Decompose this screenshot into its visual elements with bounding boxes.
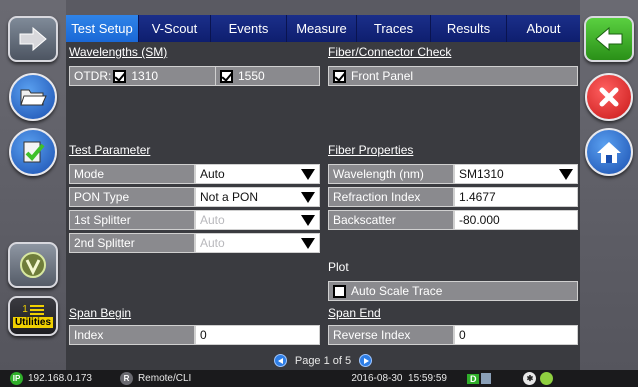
tab-label: Test Setup (71, 21, 133, 36)
w1550-label: 1550 (238, 69, 265, 83)
w1310-checkbox[interactable] (113, 69, 127, 83)
splitter2-dropdown[interactable]: Auto (195, 233, 320, 253)
test-setup-panel: Wavelengths (SM) OTDR: 1310 1550 Fiber/C… (66, 42, 580, 351)
ip-badge-icon: IP (10, 372, 23, 385)
pon-type-label: PON Type (69, 187, 195, 207)
page-indicator: Page 1 of 5 (294, 354, 352, 367)
wavelengths-title: Wavelengths (SM) (69, 45, 168, 59)
front-panel-checkbox[interactable] (333, 69, 346, 83)
backscatter-label: Backscatter (328, 210, 454, 230)
next-page-icon[interactable] (359, 354, 373, 367)
mode-label: Mode (69, 164, 195, 184)
forward-button[interactable] (8, 16, 58, 62)
tab-test-setup[interactable]: Test Setup (66, 15, 139, 42)
open-file-button[interactable] (9, 73, 57, 121)
wavelength-label: Wavelength (nm) (328, 164, 454, 184)
chevron-down-icon (559, 169, 573, 180)
utilities-button[interactable]: 1 Utilities (8, 296, 58, 336)
home-button[interactable] (585, 128, 633, 176)
save-button[interactable] (9, 128, 57, 176)
refraction-label: Refraction Index (328, 187, 454, 207)
auto-scale-checkbox[interactable] (333, 284, 346, 298)
left-panel: 1 Utilities (0, 0, 66, 370)
auto-scale-row[interactable]: Auto Scale Trace (328, 281, 578, 301)
status-bar: IP 192.168.0.173 R Remote/CLI 2016-08-30… (0, 370, 638, 387)
close-icon (599, 87, 619, 107)
datetime: 2016-08-30 15:59:59 (351, 373, 447, 384)
arrow-right-icon (19, 26, 47, 52)
tab-label: Measure (296, 21, 347, 36)
d-badge-icon: D (466, 373, 480, 384)
reverse-index-input[interactable]: 0 (454, 325, 578, 345)
battery-icon (481, 373, 492, 384)
wavelength-dropdown[interactable]: SM1310 (454, 164, 578, 184)
refraction-input[interactable]: 1.4677 (454, 187, 578, 207)
vscout-logo-icon (20, 252, 46, 278)
arrow-left-icon (595, 26, 623, 52)
backscatter-input[interactable]: -80.000 (454, 210, 578, 230)
tab-label: V-Scout (151, 21, 198, 36)
tab-measure[interactable]: Measure (287, 15, 357, 42)
remote-badge-icon: R (119, 372, 133, 385)
chevron-down-icon (301, 169, 315, 180)
tab-about[interactable]: About (507, 15, 580, 42)
back-button[interactable] (584, 16, 634, 62)
splitter2-value: Auto (200, 236, 225, 250)
pager: Page 1 of 5 (66, 351, 580, 370)
wavelength-value: SM1310 (459, 167, 504, 181)
chevron-down-icon (301, 192, 315, 203)
right-panel (580, 0, 638, 370)
tab-label: Traces (373, 21, 414, 36)
list-icon (29, 304, 44, 315)
front-panel-label: Front Panel (351, 69, 414, 83)
prev-page-icon[interactable] (273, 354, 287, 367)
tab-results[interactable]: Results (431, 15, 507, 42)
app-root: 1 Utilities Test Setup V-Scout Events Me… (0, 0, 638, 387)
close-button[interactable] (585, 73, 633, 121)
folder-icon (20, 89, 47, 106)
index-label: Index (69, 325, 195, 345)
splitter1-value: Auto (200, 213, 225, 227)
splitter1-dropdown[interactable]: Auto (195, 210, 320, 230)
w1310-label: 1310 (131, 69, 159, 83)
tab-events[interactable]: Events (211, 15, 287, 42)
chevron-down-icon (301, 238, 315, 249)
save-file-icon (23, 141, 45, 163)
remote-status: Remote/CLI (137, 373, 192, 384)
bluetooth-icon: ✱ (523, 372, 537, 385)
home-icon (597, 142, 621, 163)
tab-label: Events (228, 21, 269, 36)
mode-value: Auto (200, 167, 225, 181)
ip-address: 192.168.0.173 (28, 373, 92, 384)
utilities-badge: 1 (22, 304, 28, 315)
otdr-label: OTDR: (74, 69, 112, 83)
auto-scale-label: Auto Scale Trace (351, 284, 443, 298)
splitter2-label: 2nd Splitter (69, 233, 195, 253)
front-panel-row[interactable]: Front Panel (328, 66, 578, 86)
tab-traces[interactable]: Traces (357, 15, 431, 42)
pon-type-value: Not a PON (200, 190, 259, 204)
fiber-check-title: Fiber/Connector Check (328, 45, 452, 59)
plot-title: Plot (328, 260, 349, 274)
index-input[interactable]: 0 (195, 325, 320, 345)
chevron-down-icon (301, 215, 315, 226)
mode-dropdown[interactable]: Auto (195, 164, 320, 184)
splitter1-label: 1st Splitter (69, 210, 195, 230)
test-parameter-title: Test Parameter (69, 143, 151, 157)
w1550-row[interactable]: 1550 (215, 66, 320, 86)
tab-label: About (526, 21, 561, 36)
tab-label: Results (446, 21, 491, 36)
pon-type-dropdown[interactable]: Not a PON (195, 187, 320, 207)
span-end-title: Span End (328, 306, 381, 320)
span-begin-title: Span Begin (69, 306, 132, 320)
tab-bar: Test Setup V-Scout Events Measure Traces… (66, 15, 580, 42)
fiber-properties-title: Fiber Properties (328, 143, 414, 157)
power-icon (540, 372, 554, 385)
reverse-index-label: Reverse Index (328, 325, 454, 345)
w1550-checkbox[interactable] (220, 69, 233, 83)
utilities-label: Utilities (12, 317, 54, 328)
tab-v-scout[interactable]: V-Scout (139, 15, 211, 42)
vscout-button[interactable] (8, 242, 58, 288)
